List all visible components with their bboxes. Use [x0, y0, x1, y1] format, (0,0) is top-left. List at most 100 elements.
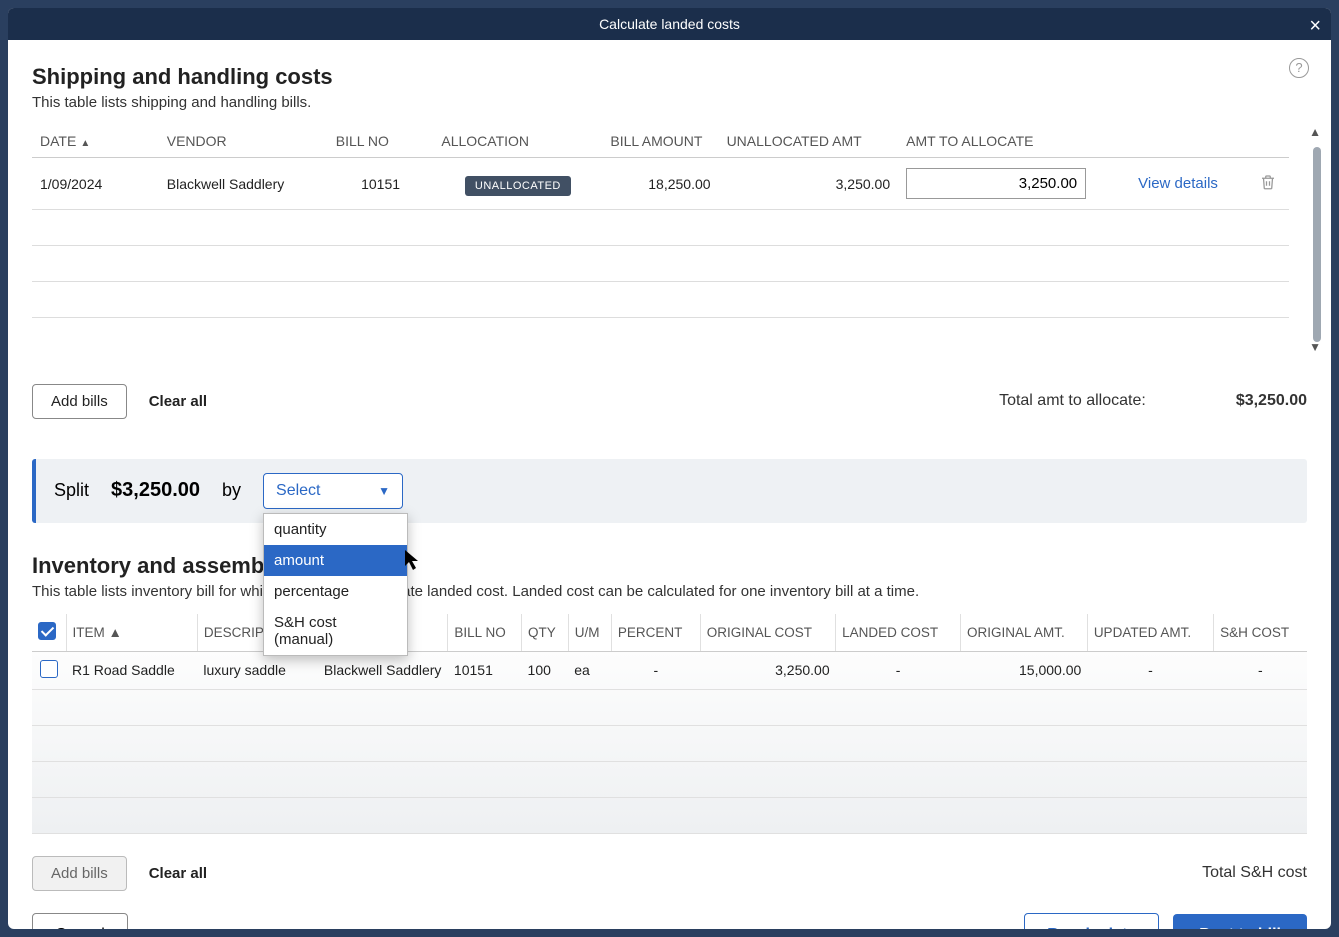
empty-row [32, 282, 1289, 318]
sh-heading: Shipping and handling costs [32, 64, 1307, 90]
recalculate-button[interactable]: Recalculate [1024, 913, 1159, 930]
cell-view: View details [1109, 158, 1246, 210]
cell-billamount: 18,250.00 [602, 158, 718, 210]
option-amount[interactable]: amount [264, 545, 407, 576]
cell-landed: - [836, 651, 961, 689]
split-dropdown: quantity amount percentage S&H cost (man… [263, 513, 408, 656]
col-actions [1109, 125, 1246, 158]
total-allocate-label: Total amt to allocate: [999, 392, 1146, 410]
empty-row [32, 689, 1307, 725]
cell-delete [1247, 158, 1289, 210]
cell-um: ea [568, 651, 611, 689]
col-date[interactable]: DATE▲ [32, 125, 159, 158]
cell-vendor: Blackwell Saddlery [159, 158, 328, 210]
option-percentage[interactable]: percentage [264, 576, 407, 607]
col-unalloc[interactable]: UNALLOCATED AMT [719, 125, 899, 158]
dialog-footer: Cancel Recalculate Post to bill [32, 891, 1307, 930]
split-select-label: Select [276, 482, 320, 500]
col-landed[interactable]: LANDED COST [836, 614, 961, 652]
col-vendor[interactable]: VENDOR [159, 125, 328, 158]
col-amtalloc[interactable]: AMT TO ALLOCATE [898, 125, 1109, 158]
sh-header-row: DATE▲ VENDOR BILL NO ALLOCATION BILL AMO… [32, 125, 1289, 158]
split-label: Split [54, 480, 89, 501]
items-heading: Inventory and assembly items [32, 553, 1307, 579]
cell-billno: 10151 [328, 158, 434, 210]
dialog-title: Calculate landed costs [599, 16, 740, 32]
scroll-up-icon[interactable]: ▲ [1309, 125, 1321, 139]
empty-row [32, 725, 1307, 761]
split-bar: Split $3,250.00 by Select ▼ quantity amo… [32, 459, 1307, 523]
dialog-content: ? Shipping and handling costs This table… [8, 40, 1331, 929]
titlebar: Calculate landed costs × [8, 8, 1331, 40]
cell-amtalloc [898, 158, 1109, 210]
clear-all-link[interactable]: Clear all [149, 393, 207, 410]
empty-row [32, 797, 1307, 833]
cell-origcost: 3,250.00 [700, 651, 835, 689]
col-billamount[interactable]: BILL AMOUNT [602, 125, 718, 158]
split-by-label: by [222, 480, 241, 501]
col-allocation[interactable]: ALLOCATION [433, 125, 602, 158]
col-qty[interactable]: QTY [522, 614, 569, 652]
col-check [32, 614, 66, 652]
col-origamt[interactable]: ORIGINAL AMT. [960, 614, 1087, 652]
cell-unalloc: 3,250.00 [719, 158, 899, 210]
empty-row [32, 761, 1307, 797]
cell-qty: 100 [522, 651, 569, 689]
sh-actions-row: Add bills Clear all Total amt to allocat… [32, 384, 1307, 419]
view-details-link[interactable]: View details [1138, 175, 1218, 192]
col-shcost[interactable]: S&H COST [1214, 614, 1307, 652]
split-select-wrap: Select ▼ quantity amount percentage S&H … [263, 473, 403, 509]
total-allocate-value: $3,250.00 [1236, 392, 1307, 410]
sort-asc-icon: ▲ [109, 625, 122, 640]
cell-allocation: UNALLOCATED [433, 158, 602, 210]
check-all[interactable] [38, 622, 56, 640]
sh-row[interactable]: 1/09/2024 Blackwell Saddlery 10151 UNALL… [32, 158, 1289, 210]
items-header-row: ITEM ▲ DESCRIPTION VENDOR BILL NO QTY U/… [32, 614, 1307, 652]
cell-date: 1/09/2024 [32, 158, 159, 210]
row-checkbox[interactable] [40, 660, 58, 678]
option-sh-manual[interactable]: S&H cost (manual) [264, 607, 407, 655]
empty-row [32, 318, 1289, 354]
landed-costs-dialog: Calculate landed costs × ? Shipping and … [8, 8, 1331, 929]
sh-subtitle: This table lists shipping and handling b… [32, 94, 1307, 111]
trash-icon[interactable] [1259, 172, 1277, 192]
total-sh-label: Total S&H cost [1202, 864, 1307, 882]
col-delete [1247, 125, 1289, 158]
items-table: ITEM ▲ DESCRIPTION VENDOR BILL NO QTY U/… [32, 614, 1307, 834]
add-bills-button[interactable]: Add bills [32, 384, 127, 419]
col-um[interactable]: U/M [568, 614, 611, 652]
items-section: Inventory and assembly items This table … [32, 553, 1307, 834]
items-subtitle: This table lists inventory bill for whic… [32, 583, 1307, 600]
empty-row [32, 246, 1289, 282]
items-row[interactable]: R1 Road Saddle luxury saddle Blackwell S… [32, 651, 1307, 689]
unallocated-badge: UNALLOCATED [465, 176, 571, 196]
add-bills-button-2[interactable]: Add bills [32, 856, 127, 891]
split-amount: $3,250.00 [111, 479, 200, 502]
close-icon[interactable]: × [1309, 10, 1321, 42]
option-quantity[interactable]: quantity [264, 514, 407, 545]
cell-item: R1 Road Saddle [66, 651, 197, 689]
cell-updated: - [1087, 651, 1213, 689]
total-allocate: Total amt to allocate: $3,250.00 [999, 392, 1307, 410]
scroll-down-icon[interactable]: ▼ [1309, 340, 1321, 354]
items-actions-row: Add bills Clear all Total S&H cost [32, 856, 1307, 891]
col-billno2[interactable]: BILL NO [448, 614, 522, 652]
col-percent[interactable]: PERCENT [611, 614, 700, 652]
col-origcost[interactable]: ORIGINAL COST [700, 614, 835, 652]
amt-to-allocate-input[interactable] [906, 168, 1086, 199]
cell-percent: - [611, 651, 700, 689]
cell-shcost: - [1214, 651, 1307, 689]
scrollbar[interactable] [1313, 147, 1321, 342]
sh-bills-table: DATE▲ VENDOR BILL NO ALLOCATION BILL AMO… [32, 125, 1289, 354]
col-updated[interactable]: UPDATED AMT. [1087, 614, 1213, 652]
empty-row [32, 210, 1289, 246]
col-billno[interactable]: BILL NO [328, 125, 434, 158]
clear-all-link-2[interactable]: Clear all [149, 865, 207, 882]
cell-origamt: 15,000.00 [960, 651, 1087, 689]
cell-desc: luxury saddle [197, 651, 318, 689]
post-to-bill-button[interactable]: Post to bill [1173, 914, 1307, 930]
split-select[interactable]: Select ▼ [263, 473, 403, 509]
col-item[interactable]: ITEM ▲ [66, 614, 197, 652]
help-icon[interactable]: ? [1289, 58, 1309, 78]
cancel-button[interactable]: Cancel [32, 913, 128, 930]
